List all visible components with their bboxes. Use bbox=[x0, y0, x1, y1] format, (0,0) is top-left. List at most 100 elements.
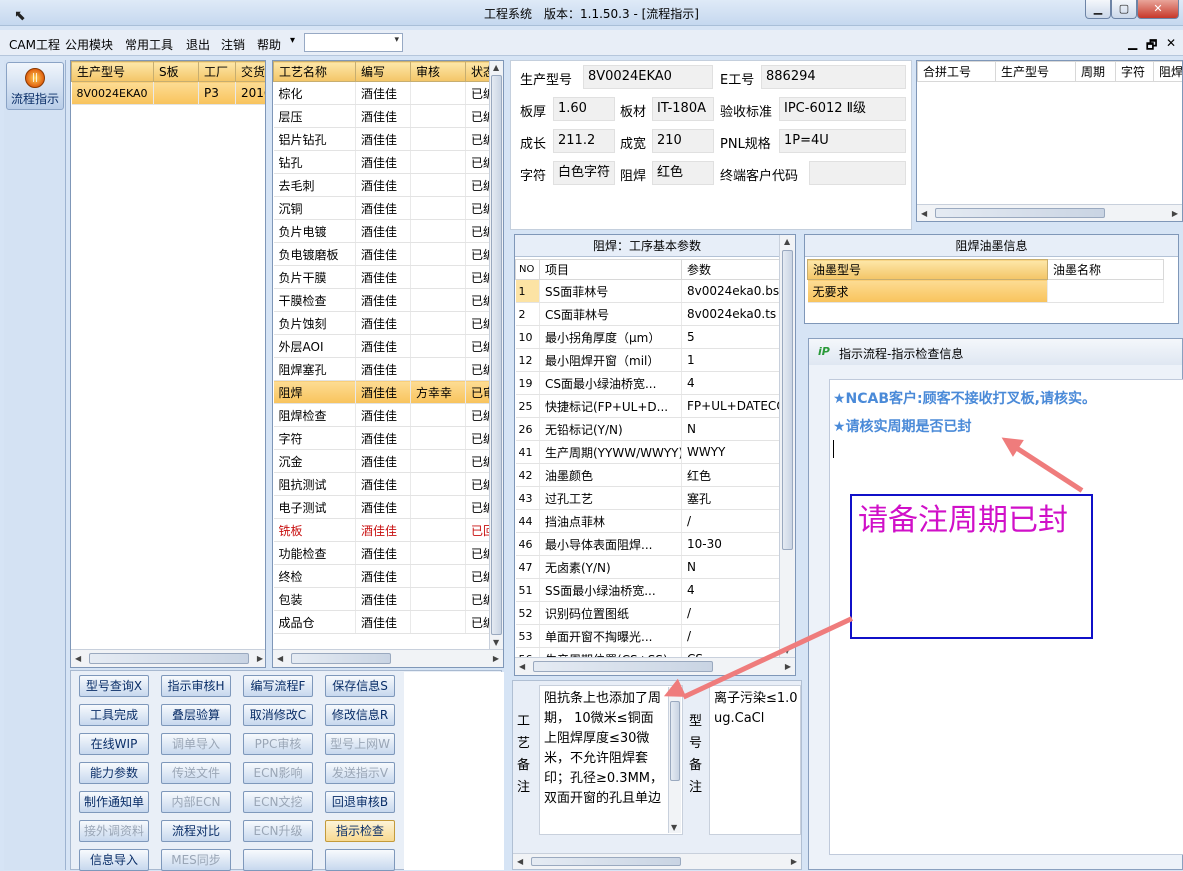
scroll-thumb[interactable] bbox=[491, 75, 502, 635]
col-merge-char[interactable]: 字符 bbox=[1116, 62, 1154, 82]
merge-hscroll[interactable]: ◀ ▶ bbox=[917, 204, 1182, 221]
function-button[interactable]: 发送指示V bbox=[325, 762, 395, 784]
col-merge-period[interactable]: 周期 bbox=[1076, 62, 1116, 82]
table-row[interactable]: 沉铜酒佳佳已编 bbox=[274, 197, 490, 220]
menu-public[interactable]: 公用模块 bbox=[65, 36, 113, 53]
table-row[interactable]: 52识别码位置图纸/ bbox=[516, 602, 780, 625]
col-param[interactable]: 参数 bbox=[682, 260, 780, 280]
table-row[interactable]: 12最小阻焊开窗（mil）1 bbox=[516, 349, 780, 372]
scroll-right-icon[interactable]: ▶ bbox=[791, 857, 797, 866]
function-button[interactable]: 型号查询X bbox=[79, 675, 149, 697]
function-button[interactable]: 流程对比 bbox=[161, 820, 231, 842]
scroll-thumb[interactable] bbox=[670, 701, 680, 781]
notes-hscroll[interactable]: ◀ ▶ bbox=[513, 853, 801, 869]
col-merge-mask[interactable]: 阻焊 bbox=[1154, 62, 1183, 82]
col-status[interactable]: 状态 bbox=[466, 62, 490, 82]
scroll-up-icon[interactable]: ▲ bbox=[784, 237, 790, 246]
function-button[interactable]: 传送文件 bbox=[161, 762, 231, 784]
mdi-minimize-button[interactable]: ▁ bbox=[1128, 36, 1137, 50]
scroll-left-icon[interactable]: ◀ bbox=[277, 654, 283, 663]
table-row[interactable]: 负片电镀酒佳佳已编 bbox=[274, 220, 490, 243]
col-sboard[interactable]: S板 bbox=[154, 62, 199, 82]
table-row[interactable]: 阻焊酒佳佳方幸幸已审 bbox=[274, 381, 490, 404]
menu-logout[interactable]: 注销 bbox=[221, 36, 245, 53]
table-row[interactable]: 47无卤素(Y/N)N bbox=[516, 556, 780, 579]
col-ink-name[interactable]: 油墨名称 bbox=[1048, 260, 1164, 280]
table-row[interactable]: 1SS面菲林号8v0024eka0.bs bbox=[516, 280, 780, 303]
std-field[interactable]: IPC-6012 Ⅱ级 bbox=[779, 97, 906, 121]
col-reviewer[interactable]: 审核 bbox=[411, 62, 466, 82]
table-row[interactable]: 44挡油点菲林/ bbox=[516, 510, 780, 533]
scroll-left-icon[interactable]: ◀ bbox=[519, 662, 525, 671]
function-button[interactable]: 叠层验算 bbox=[161, 704, 231, 726]
table-row[interactable]: 51SS面最小绿油桥宽...4 bbox=[516, 579, 780, 602]
table-row[interactable]: 成品仓酒佳佳已编 bbox=[274, 611, 490, 634]
eno-field[interactable]: 886294 bbox=[761, 65, 906, 89]
function-button[interactable]: 调单导入 bbox=[161, 733, 231, 755]
table-row[interactable]: 棕化酒佳佳已编 bbox=[274, 82, 490, 105]
function-button[interactable] bbox=[243, 849, 313, 871]
function-button[interactable]: ECN文挖 bbox=[243, 791, 313, 813]
table-row[interactable]: 42油墨颜色红色 bbox=[516, 464, 780, 487]
table-row[interactable]: 无要求 bbox=[808, 280, 1164, 303]
function-button[interactable]: ECN影响 bbox=[243, 762, 313, 784]
menu-cam[interactable]: CAM工程 bbox=[9, 36, 60, 53]
scroll-left-icon[interactable]: ◀ bbox=[517, 857, 523, 866]
table-row[interactable]: 字符酒佳佳已编 bbox=[274, 427, 490, 450]
table-row[interactable]: 外层AOI酒佳佳已编 bbox=[274, 335, 490, 358]
scroll-thumb[interactable] bbox=[531, 857, 681, 866]
scroll-right-icon[interactable]: ▶ bbox=[785, 662, 791, 671]
function-button[interactable] bbox=[325, 849, 395, 871]
col-process-name[interactable]: 工艺名称 bbox=[274, 62, 356, 82]
scroll-up-icon[interactable]: ▲ bbox=[493, 63, 499, 72]
customer-code-field[interactable] bbox=[809, 161, 906, 185]
table-row[interactable]: 19CS面最小绿油桥宽...4 bbox=[516, 372, 780, 395]
table-row[interactable]: 41生产周期(YYWW/WWYY)WWYY bbox=[516, 441, 780, 464]
scroll-thumb[interactable] bbox=[89, 653, 249, 664]
table-row[interactable]: 钻孔酒佳佳已编 bbox=[274, 151, 490, 174]
function-button[interactable]: 修改信息R bbox=[325, 704, 395, 726]
function-button[interactable]: 指示审核H bbox=[161, 675, 231, 697]
table-row[interactable]: 层压酒佳佳已编 bbox=[274, 105, 490, 128]
table-row[interactable]: 干膜检查酒佳佳已编 bbox=[274, 289, 490, 312]
function-button[interactable]: 回退审核B bbox=[325, 791, 395, 813]
scroll-right-icon[interactable]: ▶ bbox=[493, 654, 499, 663]
width-field[interactable]: 210 bbox=[652, 129, 714, 153]
scroll-right-icon[interactable]: ▶ bbox=[1172, 209, 1178, 218]
scroll-thumb[interactable] bbox=[291, 653, 391, 664]
table-row[interactable]: 26无铅标记(Y/N)N bbox=[516, 418, 780, 441]
scroll-left-icon[interactable]: ◀ bbox=[921, 209, 927, 218]
table-row[interactable]: 功能检查酒佳佳已编 bbox=[274, 542, 490, 565]
char-field[interactable]: 白色字符 bbox=[553, 161, 615, 185]
menu-exit[interactable]: 退出 bbox=[186, 36, 210, 53]
scroll-thumb[interactable] bbox=[935, 208, 1105, 218]
col-merge-no[interactable]: 合拼工号 bbox=[918, 62, 996, 82]
table-row[interactable]: 铝片钻孔酒佳佳已编 bbox=[274, 128, 490, 151]
table-row[interactable]: 53单面开窗不掏曝光.../ bbox=[516, 625, 780, 648]
table-row[interactable]: 25快捷标记(FP+UL+D...FP+UL+DATECODE bbox=[516, 395, 780, 418]
mdi-close-button[interactable]: ✕ bbox=[1166, 36, 1176, 50]
function-button[interactable]: 在线WIP bbox=[79, 733, 149, 755]
flow-indicate-nav-button[interactable]: || 流程指示 bbox=[6, 62, 64, 110]
table-row[interactable]: 阻焊检查酒佳佳已编 bbox=[274, 404, 490, 427]
col-no[interactable]: NO bbox=[516, 260, 540, 280]
table-row[interactable]: 电子测试酒佳佳已编 bbox=[274, 496, 490, 519]
col-delivery[interactable]: 交货 bbox=[236, 62, 267, 82]
function-button[interactable]: 接外调资料 bbox=[79, 820, 149, 842]
table-row[interactable]: 负片蚀刻酒佳佳已编 bbox=[274, 312, 490, 335]
table-row[interactable]: 10最小拐角厚度（μm）5 bbox=[516, 326, 780, 349]
col-writer[interactable]: 编写 bbox=[356, 62, 411, 82]
table-row[interactable]: 包装酒佳佳已编 bbox=[274, 588, 490, 611]
material-field[interactable]: IT-180A bbox=[652, 97, 714, 121]
function-button[interactable]: 编写流程F bbox=[243, 675, 313, 697]
function-button[interactable]: 信息导入 bbox=[79, 849, 149, 871]
function-button[interactable]: 内部ECN bbox=[161, 791, 231, 813]
orders-hscroll[interactable]: ◀ ▶ bbox=[71, 649, 266, 667]
minimize-button[interactable]: ▁ bbox=[1085, 0, 1111, 19]
notes-vscroll[interactable]: ▲ ▼ bbox=[668, 687, 681, 833]
maximize-button[interactable]: ▢ bbox=[1111, 0, 1137, 19]
pnl-field[interactable]: 1P=4U bbox=[779, 129, 906, 153]
col-merge-model[interactable]: 生产型号 bbox=[996, 62, 1076, 82]
function-button[interactable]: 能力参数 bbox=[79, 762, 149, 784]
function-button[interactable]: PPC审核 bbox=[243, 733, 313, 755]
